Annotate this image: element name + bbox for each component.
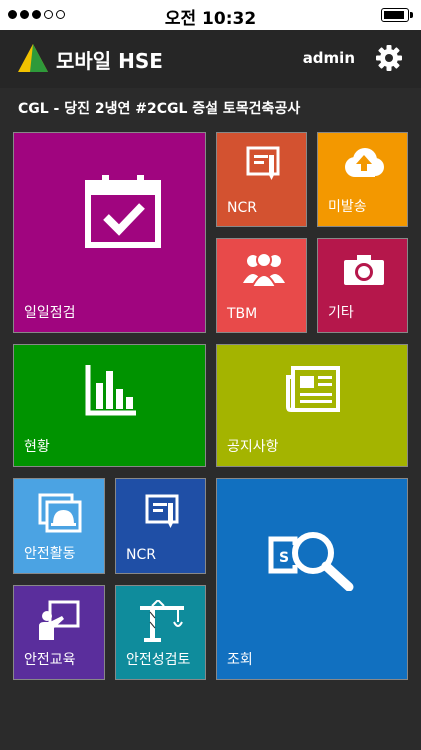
- newspaper-icon: [286, 366, 340, 412]
- bar-chart-icon: [85, 365, 136, 416]
- calendar-check-icon: [85, 175, 161, 248]
- tile-label: 안전성검토: [126, 652, 191, 668]
- tile-label: 안전활동: [24, 546, 76, 562]
- battery-icon: [381, 8, 413, 22]
- user-name[interactable]: admin: [303, 49, 355, 67]
- tile-label: 공지사항: [227, 439, 279, 455]
- tile-label: NCR: [227, 200, 257, 216]
- tile-label: 미발송: [328, 199, 367, 215]
- tile-tbm[interactable]: TBM: [216, 238, 307, 333]
- tile-daily-check[interactable]: 일일점검: [13, 132, 206, 333]
- svg-text:S: S: [279, 550, 289, 566]
- tile-label: 기타: [328, 305, 354, 321]
- app-logo-icon: [18, 44, 48, 72]
- cloud-upload-icon: [345, 148, 384, 177]
- app-header: 모바일 HSE admin: [0, 30, 421, 88]
- tile-ncr-top[interactable]: NCR: [216, 132, 307, 227]
- tile-search[interactable]: S 조회: [216, 478, 408, 680]
- tile-label: NCR: [126, 547, 156, 563]
- tile-label: 현황: [24, 439, 50, 455]
- group-people-icon: [243, 252, 285, 287]
- document-pen-icon: [145, 494, 179, 528]
- tile-ncr-bottom[interactable]: NCR: [115, 478, 206, 574]
- tile-label: 조회: [227, 652, 253, 668]
- tile-safety-review[interactable]: 안전성검토: [115, 585, 206, 680]
- document-pen-icon: [246, 146, 280, 180]
- tile-label: 일일점검: [24, 305, 76, 321]
- status-bar: 오전 10:32: [0, 0, 421, 30]
- tile-safety-activity[interactable]: 안전활동: [13, 478, 105, 574]
- tile-etc[interactable]: 기타: [317, 238, 408, 333]
- teacher-board-icon: [39, 600, 80, 640]
- crane-icon: [140, 600, 184, 642]
- tile-status[interactable]: 현황: [13, 344, 206, 467]
- status-time: 오전 10:32: [164, 9, 257, 29]
- safety-helmet-frame-icon: [38, 493, 82, 533]
- tile-label: TBM: [227, 306, 258, 322]
- tile-notice[interactable]: 공지사항: [216, 344, 408, 467]
- search-magnifier-icon: S: [268, 532, 354, 591]
- settings-gear-icon[interactable]: [375, 44, 403, 72]
- site-name: CGL - 당진 2냉연 #2CGL 증설 토목건축공사: [18, 101, 301, 117]
- tile-safety-education[interactable]: 안전교육: [13, 585, 105, 680]
- tile-unsent[interactable]: 미발송: [317, 132, 408, 227]
- camera-icon: [344, 255, 384, 285]
- tile-label: 안전교육: [24, 652, 76, 668]
- app-title: 모바일 HSE: [56, 49, 163, 73]
